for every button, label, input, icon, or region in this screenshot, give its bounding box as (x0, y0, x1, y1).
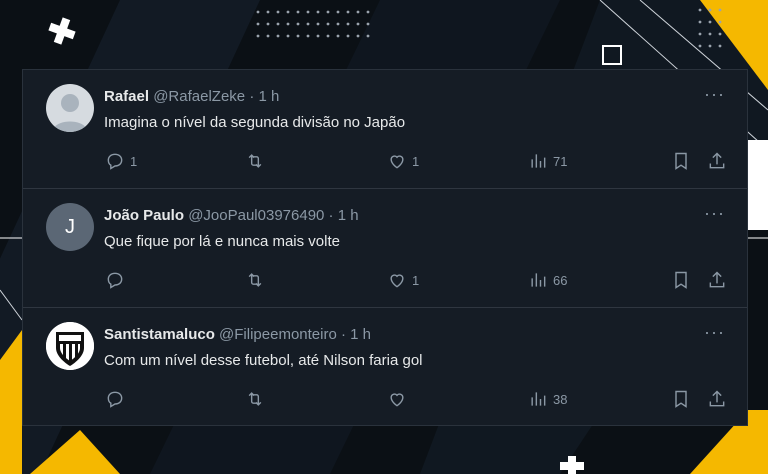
tweet-text: Que fique por lá e nunca mais volte (104, 233, 340, 250)
views-icon (531, 154, 546, 168)
share-button[interactable] (707, 388, 727, 410)
like-icon (390, 155, 404, 169)
retweet-button[interactable] (245, 269, 265, 291)
reply-icon (107, 153, 123, 170)
timestamp[interactable]: · 1 h (341, 326, 371, 343)
retweet-icon (248, 392, 262, 406)
tweet-text: Com um nível desse futebol, até Nilson f… (104, 352, 423, 369)
bookmark-button[interactable] (671, 388, 691, 410)
views-button[interactable]: 38 (528, 388, 567, 410)
bookmark-button[interactable] (671, 150, 691, 172)
like-icon (390, 393, 404, 407)
views-button[interactable]: 71 (528, 150, 567, 172)
display-name[interactable]: João Paulo (104, 207, 184, 224)
like-count: 1 (412, 153, 420, 169)
like-button[interactable] (387, 388, 412, 410)
retweet-icon (248, 273, 262, 287)
more-options-icon[interactable]: ··· (704, 322, 725, 343)
share-button[interactable] (707, 269, 727, 291)
like-icon (390, 274, 404, 288)
user-handle[interactable]: @JooPaul03976490 (188, 207, 324, 224)
tweet-rafael[interactable]: Rafael @RafaelZeke · 1 h ··· Imagina o n… (23, 70, 747, 188)
like-button[interactable]: 1 (387, 150, 419, 172)
tweet-header: Santistamaluco @Filipeemonteiro · 1 h (104, 326, 371, 343)
retweet-icon (248, 154, 262, 168)
share-icon (709, 152, 725, 169)
tweet-santistamaluco[interactable]: Santistamaluco @Filipeemonteiro · 1 h ··… (23, 308, 747, 426)
display-name[interactable]: Santistamaluco (104, 326, 215, 343)
view-count: 66 (553, 272, 568, 288)
display-name[interactable]: Rafael (104, 88, 149, 105)
like-button[interactable]: 1 (387, 269, 419, 291)
view-count: 71 (553, 153, 568, 169)
reply-icon (107, 272, 123, 289)
tweet-actions: 1 66 (23, 269, 747, 293)
santos-crest-icon (46, 322, 94, 370)
reply-button[interactable] (105, 388, 130, 410)
share-icon (709, 390, 725, 407)
default-avatar-icon (52, 94, 88, 132)
tweet-actions: 1 1 71 (23, 150, 747, 174)
share-icon (709, 271, 725, 288)
reply-button[interactable]: 1 (105, 150, 137, 172)
avatar[interactable] (46, 322, 94, 370)
more-options-icon[interactable]: ··· (704, 203, 725, 224)
tweet-text: Imagina o nível da segunda divisão no Ja… (104, 114, 406, 131)
view-count: 38 (553, 391, 568, 407)
tweet-replies-panel: Rafael @RafaelZeke · 1 h ··· Imagina o n… (22, 69, 748, 426)
tweet-actions: 38 (23, 388, 747, 412)
reply-count: 1 (130, 153, 138, 169)
reply-icon (107, 391, 123, 408)
views-icon (531, 392, 546, 406)
more-options-icon[interactable]: ··· (704, 84, 725, 105)
timestamp[interactable]: · 1 h (329, 207, 359, 224)
user-handle[interactable]: @RafaelZeke (153, 88, 245, 105)
reply-button[interactable] (105, 269, 130, 291)
views-icon (531, 273, 546, 287)
share-button[interactable] (707, 150, 727, 172)
avatar[interactable] (46, 84, 94, 132)
retweet-button[interactable] (245, 150, 265, 172)
user-handle[interactable]: @Filipeemonteiro (219, 326, 337, 343)
tweet-joao-paulo[interactable]: J João Paulo @JooPaul03976490 · 1 h ··· … (23, 189, 747, 307)
timestamp[interactable]: · 1 h (249, 88, 279, 105)
bookmark-icon (675, 271, 687, 289)
bookmark-button[interactable] (671, 269, 691, 291)
retweet-button[interactable] (245, 388, 265, 410)
like-count: 1 (412, 272, 420, 288)
tweet-header: João Paulo @JooPaul03976490 · 1 h (104, 207, 359, 224)
bookmark-icon (675, 152, 687, 170)
avatar[interactable]: J (46, 203, 94, 251)
tweet-header: Rafael @RafaelZeke · 1 h (104, 88, 279, 105)
views-button[interactable]: 66 (528, 269, 567, 291)
bookmark-icon (675, 390, 687, 408)
